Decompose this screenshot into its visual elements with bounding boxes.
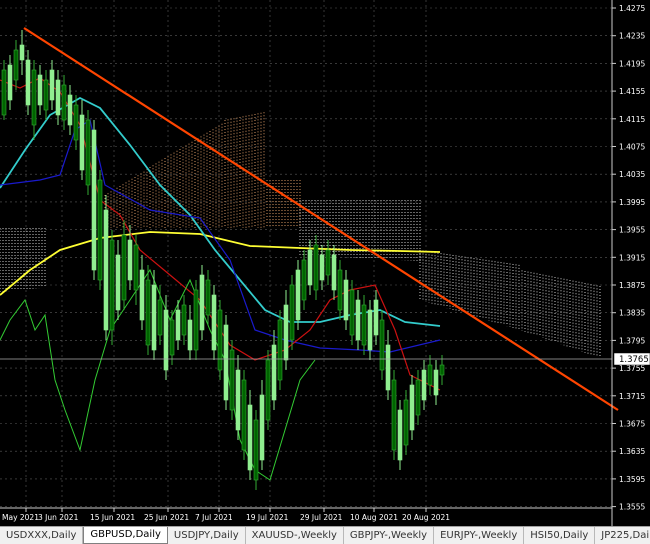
price-label: 1.3715 bbox=[619, 392, 645, 401]
date-label: 25 Jun 2021 bbox=[144, 513, 189, 522]
price-label: 1.3995 bbox=[619, 198, 645, 207]
price-label: 1.3675 bbox=[619, 420, 645, 429]
tab-jp225-daily[interactable]: JP225,Daily bbox=[595, 527, 650, 544]
price-label: 1.4195 bbox=[619, 59, 645, 68]
date-label: 19 Jul 2021 bbox=[246, 513, 289, 522]
tab-gbpusd-daily[interactable]: GBPUSD,Daily bbox=[83, 527, 168, 544]
price-label: 1.3555 bbox=[619, 503, 645, 512]
symbol-tabs: USDXXX,Daily GBPUSD,Daily USDJPY,Daily XAUU… bbox=[0, 526, 650, 544]
price-label: 1.4235 bbox=[619, 32, 645, 41]
price-label: 1.3875 bbox=[619, 281, 645, 290]
tab-usdjpy-daily[interactable]: USDJPY,Daily bbox=[167, 527, 246, 544]
current-price-label: 1.3765 bbox=[613, 352, 650, 366]
date-label: May 2021 bbox=[2, 513, 39, 522]
tab-xauusd-weekly[interactable]: XAUUSD-,Weekly bbox=[245, 527, 344, 544]
price-label: 1.3835 bbox=[619, 309, 645, 318]
price-label: 1.4275 bbox=[619, 4, 645, 13]
price-label: 1.3755 bbox=[619, 364, 645, 373]
current-price-text: 1.3765 bbox=[619, 355, 649, 365]
date-label: 20 Aug 2021 bbox=[402, 513, 450, 522]
price-label: 1.3795 bbox=[619, 336, 645, 345]
date-label: 3 Jun 2021 bbox=[38, 513, 79, 522]
tab-eurjpy-weekly[interactable]: EURJPY-,Weekly bbox=[434, 527, 525, 544]
tab-gbpjpy-weekly[interactable]: GBPJPY-,Weekly bbox=[343, 527, 435, 544]
price-label: 1.3635 bbox=[619, 447, 645, 456]
date-label: 29 Jul 2021 bbox=[300, 513, 343, 522]
price-label: 1.4115 bbox=[619, 115, 645, 124]
price-label: 1.4075 bbox=[619, 143, 645, 152]
date-label: 10 Aug 2021 bbox=[350, 513, 398, 522]
price-label: 1.3955 bbox=[619, 226, 645, 235]
price-label: 1.3915 bbox=[619, 253, 645, 262]
price-label: 1.4155 bbox=[619, 87, 645, 96]
tab-usdxxx-daily[interactable]: USDXXX,Daily bbox=[0, 527, 84, 544]
tab-hsi50-daily[interactable]: HSI50,Daily bbox=[524, 527, 596, 544]
date-label: 7 Jul 2021 bbox=[195, 513, 233, 522]
price-label: 1.4035 bbox=[619, 170, 645, 179]
price-chart[interactable]: 1.4275 1.4235 1.4195 1.4155 1.4115 1.4075 1.40… bbox=[0, 0, 650, 526]
date-label: 15 Jun 2021 bbox=[90, 513, 135, 522]
price-label: 1.3595 bbox=[619, 475, 645, 484]
